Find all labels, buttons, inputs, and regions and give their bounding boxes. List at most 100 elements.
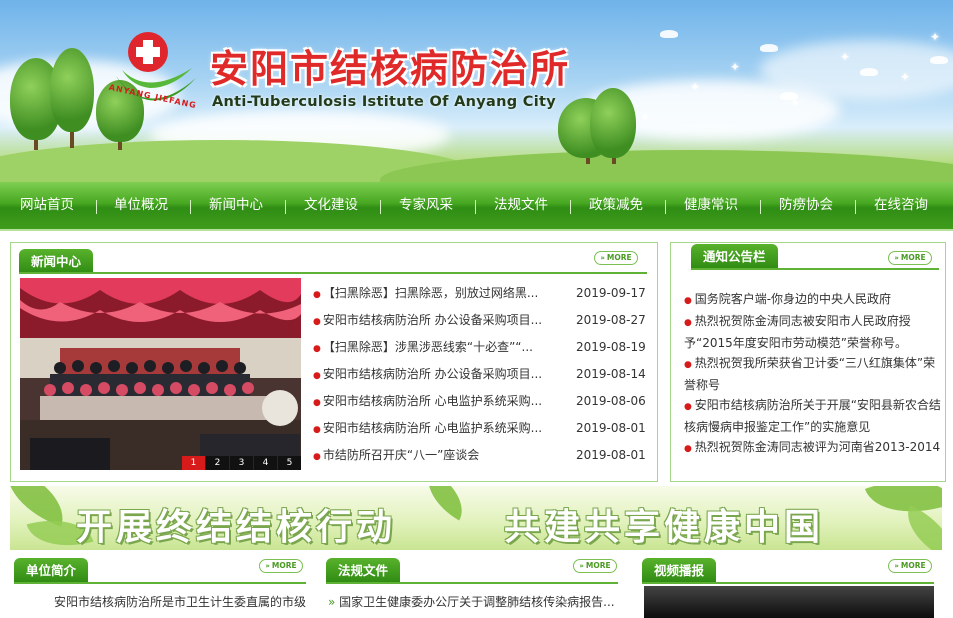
- bullet-icon: ●: [313, 452, 321, 462]
- news-item-date: 2019-08-01: [576, 448, 646, 462]
- news-list-item[interactable]: ● 安阳市结核病防治所 办公设备采购项目... 2019-08-14: [313, 361, 646, 388]
- news-item-date: 2019-08-27: [576, 313, 646, 327]
- nav-item-culture[interactable]: 文化建设: [304, 182, 358, 229]
- nav-divider: [475, 200, 476, 214]
- news-list-item[interactable]: ● 【扫黑除恶】扫黑除恶，别放过网络黑... 2019-09-17: [313, 280, 646, 307]
- news-item-date: 2019-08-14: [576, 367, 646, 381]
- tree: [590, 88, 636, 158]
- more-arrow-icon: »: [894, 562, 899, 570]
- news-item-title[interactable]: 安阳市结核病防治所 办公设备采购项目...: [323, 307, 548, 334]
- dove-icon: [860, 68, 878, 76]
- notice-title-underline: [691, 268, 939, 270]
- news-list-item[interactable]: ● 安阳市结核病防治所 心电监护系统采购... 2019-08-06: [313, 388, 646, 415]
- news-slide-photo: [20, 278, 301, 470]
- slide-number-button[interactable]: 3: [230, 456, 253, 470]
- nav-item-consult[interactable]: 在线咨询: [874, 182, 928, 229]
- laws-more-button[interactable]: » MORE: [573, 559, 617, 573]
- notice-more-button[interactable]: » MORE: [888, 251, 932, 265]
- news-item-title[interactable]: 安阳市结核病防治所 心电监护系统采购...: [323, 388, 548, 415]
- slide-number-button[interactable]: 4: [254, 456, 277, 470]
- bullet-icon: ●: [313, 398, 321, 408]
- more-label: MORE: [900, 253, 926, 262]
- slogan-right: 共建共享健康中国: [504, 507, 825, 548]
- intro-text[interactable]: 安阳市结核病防治所是市卫生计生委直属的市级: [54, 593, 306, 610]
- news-panel-title: 新闻中心: [19, 249, 94, 274]
- bullet-icon: ●: [313, 317, 321, 327]
- tree: [50, 48, 94, 132]
- nav-divider: [285, 200, 286, 214]
- notice-list-item[interactable]: ● 国务院客户端-你身边的中央人民政府: [684, 289, 944, 311]
- more-arrow-icon: »: [579, 562, 584, 570]
- video-player[interactable]: [644, 586, 934, 618]
- laws-list-item[interactable]: » 国家卫生健康委办公厅关于调整肺结核传染病报告...: [328, 593, 615, 610]
- video-title-underline: [642, 582, 934, 584]
- notice-list-item[interactable]: ● 热烈祝贺陈金涛同志被评为河南省2013-2014: [684, 437, 944, 459]
- dove-icon: [930, 56, 948, 64]
- news-item-title[interactable]: 安阳市结核病防治所 办公设备采购项目...: [323, 361, 548, 388]
- nav-divider: [96, 200, 97, 214]
- news-item-date: 2019-08-01: [576, 421, 646, 435]
- nav-item-association[interactable]: 防痨协会: [779, 182, 833, 229]
- nav-item-regulations[interactable]: 法规文件: [494, 182, 548, 229]
- more-label: MORE: [606, 253, 632, 262]
- more-label: MORE: [900, 561, 926, 570]
- sparkle-icon: ✦: [690, 80, 701, 94]
- sparkle-icon: ✦: [900, 70, 911, 84]
- sparkle-icon: ✦: [730, 60, 741, 74]
- bullet-icon: ●: [313, 290, 321, 300]
- sparkle-icon: ✦: [640, 110, 651, 124]
- notice-item-text: 国务院客户端-你身边的中央人民政府: [694, 292, 892, 306]
- news-list-item[interactable]: ● 安阳市结核病防治所 办公设备采购项目... 2019-08-27: [313, 307, 646, 334]
- nav-divider: [760, 200, 761, 214]
- news-item-title[interactable]: 安阳市结核病防治所 心电监护系统采购...: [323, 415, 548, 442]
- laws-panel-title: 法规文件: [326, 558, 401, 583]
- news-more-button[interactable]: » MORE: [594, 251, 638, 265]
- notice-panel-title: 通知公告栏: [691, 244, 778, 269]
- nav-item-health[interactable]: 健康常识: [684, 182, 738, 229]
- nav-item-policy[interactable]: 政策减免: [589, 182, 643, 229]
- header-banner: ✦ ✦ ✦ ✦ ✦ ✦ ✦ ANYANG JIEFANG 安阳市结核病防治所 A…: [0, 0, 953, 182]
- nav-item-news[interactable]: 新闻中心: [209, 182, 263, 229]
- laws-title-underline: [326, 582, 618, 584]
- more-arrow-icon: »: [265, 562, 270, 570]
- slide-pagination: 1 2 3 4 5: [181, 456, 301, 470]
- news-slideshow[interactable]: 1 2 3 4 5: [20, 278, 301, 470]
- news-item-date: 2019-08-06: [576, 394, 646, 408]
- main-nav: 网站首页 单位概况 新闻中心 文化建设 专家风采 法规文件 政策减免 健康常识 …: [0, 182, 953, 231]
- slide-number-button[interactable]: 5: [278, 456, 301, 470]
- slide-number-button[interactable]: 2: [206, 456, 229, 470]
- news-list-item[interactable]: ● 市结防所召开庆“八一”座谈会 2019-08-01: [313, 442, 646, 469]
- slogan-banner: 开展终结结核行动 共建共享健康中国: [10, 486, 942, 550]
- dove-icon: [760, 44, 778, 52]
- notice-list-item[interactable]: ● 热烈祝贺我所荣获省卫计委“三八红旗集体”荣誉称号: [684, 353, 944, 395]
- news-list-item[interactable]: ● 【扫黑除恶】涉黑涉恶线索“十必查”“... 2019-08-19: [313, 334, 646, 361]
- leaf-decoration: [895, 504, 942, 550]
- news-title-underline: [19, 272, 647, 274]
- video-more-button[interactable]: » MORE: [888, 559, 932, 573]
- arrow-bullet-icon: »: [328, 595, 340, 609]
- intro-title-underline: [14, 582, 306, 584]
- laws-item-text: 国家卫生健康委办公厅关于调整肺结核传染病报告...: [339, 595, 615, 609]
- news-item-date: 2019-09-17: [576, 286, 646, 300]
- notice-item-text: 热烈祝贺我所荣获省卫计委“三八红旗集体”荣誉称号: [684, 356, 936, 392]
- more-arrow-icon: »: [600, 254, 605, 262]
- nav-item-home[interactable]: 网站首页: [20, 182, 74, 229]
- notice-item-text: 安阳市结核病防治所关于开展“安阳县新农合结核病慢病申报鉴定工作”的实施意见: [684, 398, 941, 434]
- dove-icon: [660, 30, 678, 38]
- news-item-title[interactable]: 市结防所召开庆“八一”座谈会: [323, 442, 548, 469]
- notice-list-item[interactable]: ● 安阳市结核病防治所关于开展“安阳县新农合结核病慢病申报鉴定工作”的实施意见: [684, 395, 944, 437]
- slogan-left: 开展终结结核行动: [76, 507, 397, 548]
- news-list-item[interactable]: ● 安阳市结核病防治所 心电监护系统采购... 2019-08-01: [313, 415, 646, 442]
- intro-more-button[interactable]: » MORE: [259, 559, 303, 573]
- leaf-decoration: [415, 486, 475, 521]
- slide-number-button[interactable]: 1: [182, 456, 205, 470]
- news-item-title[interactable]: 【扫黑除恶】扫黑除恶，别放过网络黑...: [323, 280, 548, 307]
- news-item-title[interactable]: 【扫黑除恶】涉黑涉恶线索“十必查”“...: [323, 334, 548, 361]
- nav-item-experts[interactable]: 专家风采: [399, 182, 453, 229]
- site-title: 安阳市结核病防治所: [210, 47, 571, 91]
- intro-panel-title: 单位简介: [14, 558, 89, 583]
- more-label: MORE: [585, 561, 611, 570]
- nav-item-overview[interactable]: 单位概况: [114, 182, 168, 229]
- notice-list-item[interactable]: ● 热烈祝贺陈金涛同志被安阳市人民政府授予“2015年度安阳市劳动模范”荣誉称号…: [684, 311, 944, 353]
- nav-divider: [855, 200, 856, 214]
